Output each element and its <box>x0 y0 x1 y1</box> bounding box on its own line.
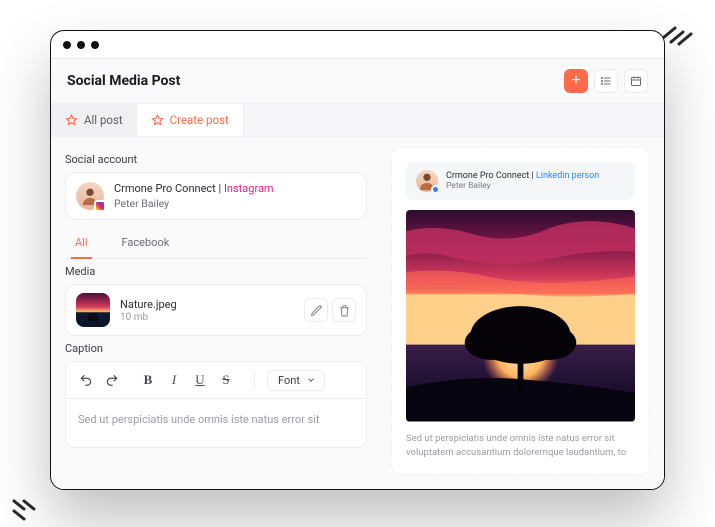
account-user-name: Peter Bailey <box>114 197 274 210</box>
preview-caption: Sed ut perspiciatis unde omnis iste natu… <box>406 432 635 461</box>
list-view-button[interactable] <box>594 69 618 93</box>
edit-media-button[interactable] <box>304 298 328 322</box>
media-file-size: 10 mb <box>120 312 177 323</box>
tab-create-post[interactable]: Create post <box>137 104 244 136</box>
media-file-name: Nature.jpeg <box>120 298 177 311</box>
section-label-social-account: Social account <box>65 153 367 166</box>
preview-account-header: Crmone Pro Connect | Linkedin person Pet… <box>406 162 635 200</box>
media-item: Nature.jpeg 10 mb <box>65 284 367 336</box>
calendar-icon <box>630 75 642 87</box>
decoration-bottom-left <box>10 495 50 525</box>
redo-icon <box>105 373 119 387</box>
caption-editor: B I U S Font Sed ut perspiciatis unde om… <box>65 361 367 448</box>
compose-panel: Social account Crmone Pro Connect | Inst… <box>51 137 381 489</box>
app-window: Social Media Post + All post Create post… <box>50 30 665 490</box>
avatar <box>76 182 104 210</box>
undo-icon <box>79 373 93 387</box>
section-label-caption: Caption <box>65 342 367 355</box>
chevron-down-icon <box>306 375 316 385</box>
redo-button[interactable] <box>100 368 124 392</box>
bold-button[interactable]: B <box>136 368 160 392</box>
preview-user-name: Peter Bailey <box>446 181 599 191</box>
page-header: Social Media Post + <box>51 59 664 104</box>
page-title: Social Media Post <box>67 73 180 89</box>
underline-icon: U <box>195 372 204 388</box>
strike-icon: S <box>222 372 229 388</box>
list-icon <box>600 75 612 87</box>
preview-platform: Linkedin person <box>536 171 599 181</box>
bold-icon: B <box>144 372 153 388</box>
caption-textarea[interactable]: Sed ut perspiciatis unde omnis iste natu… <box>66 399 366 447</box>
plus-icon: + <box>571 73 580 89</box>
undo-button[interactable] <box>74 368 98 392</box>
social-account-card[interactable]: Crmone Pro Connect | Instagram Peter Bai… <box>65 172 367 220</box>
editor-toolbar: B I U S Font <box>66 362 366 399</box>
pin-icon <box>65 114 78 127</box>
preview-connect-line: Crmone Pro Connect | Linkedin person <box>446 171 599 181</box>
subtab-all[interactable]: All <box>71 228 92 259</box>
preview-image <box>406 210 635 422</box>
strike-button[interactable]: S <box>214 368 238 392</box>
italic-button[interactable]: I <box>162 368 186 392</box>
account-connect-line: Crmone Pro Connect | Instagram <box>114 182 274 195</box>
pin-icon <box>151 114 164 127</box>
main-tabs: All post Create post <box>51 104 664 137</box>
section-label-media: Media <box>65 265 367 278</box>
window-dot <box>77 41 85 49</box>
window-dot <box>63 41 71 49</box>
instagram-badge-icon <box>94 200 106 212</box>
add-button[interactable]: + <box>564 69 588 93</box>
content-area: Social account Crmone Pro Connect | Inst… <box>51 137 664 489</box>
italic-icon: I <box>172 372 176 388</box>
media-thumbnail <box>76 293 110 327</box>
calendar-button[interactable] <box>624 69 648 93</box>
pencil-icon <box>310 304 323 317</box>
tab-all-post[interactable]: All post <box>51 104 137 136</box>
delete-media-button[interactable] <box>332 298 356 322</box>
linkedin-badge-icon <box>431 185 440 194</box>
account-subtabs: All Facebook <box>65 228 367 259</box>
tab-label: All post <box>84 113 123 127</box>
tab-label: Create post <box>170 113 229 127</box>
window-titlebar <box>51 31 664 59</box>
trash-icon <box>338 304 351 317</box>
underline-button[interactable]: U <box>188 368 212 392</box>
font-select-label: Font <box>278 374 300 387</box>
preview-card: Crmone Pro Connect | Linkedin person Pet… <box>391 147 650 475</box>
font-select[interactable]: Font <box>267 370 325 391</box>
account-platform: Instagram <box>224 182 274 195</box>
preview-panel: Crmone Pro Connect | Linkedin person Pet… <box>381 137 664 489</box>
window-dot <box>91 41 99 49</box>
subtab-facebook[interactable]: Facebook <box>118 228 174 258</box>
